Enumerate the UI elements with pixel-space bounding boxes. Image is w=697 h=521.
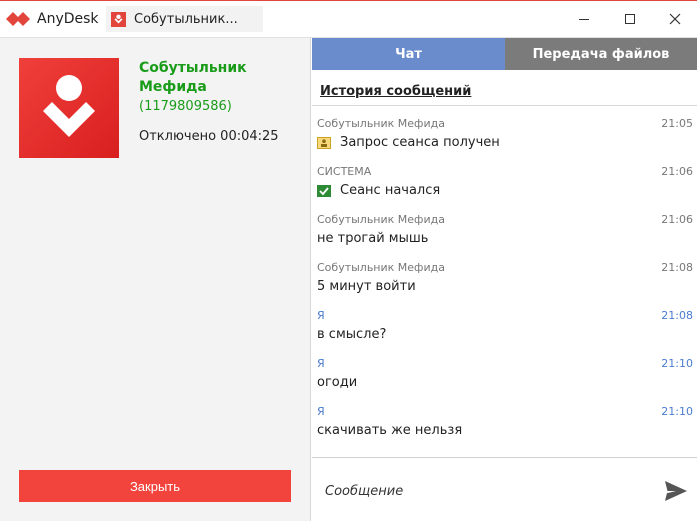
peer-panel: Собутыльник Мефида (1179809586) Отключен… [0, 38, 311, 521]
minimize-button[interactable] [562, 5, 606, 33]
message-sender: СИСТЕМА [317, 165, 372, 178]
session-request-icon [317, 136, 331, 149]
title-bar: AnyDesk Собутыльник... [0, 1, 697, 38]
message-time: 21:06 [661, 213, 693, 226]
tab-chat[interactable]: Чат [312, 38, 505, 70]
session-started-icon [317, 184, 331, 197]
message-text: Сеанс начался [340, 183, 441, 198]
message-text: в смысле? [317, 327, 387, 342]
message-text: не трогай мышь [317, 231, 429, 246]
message-text: огоди [317, 375, 358, 390]
history-divider [312, 105, 697, 106]
chat-message: СИСТЕМА 21:06 Сеанс начался [312, 162, 697, 210]
panel-tabs: Чат Передача файлов [312, 38, 697, 70]
close-window-button[interactable] [653, 5, 697, 33]
chat-panel: Чат Передача файлов История сообщений Со… [312, 38, 697, 521]
avatar [19, 58, 119, 158]
chat-message: Собутыльник Мефида 21:06 не трогай мышь [312, 210, 697, 258]
message-time: 21:10 [661, 405, 693, 418]
message-time: 21:08 [661, 261, 693, 274]
peer-id: (1179809586) [139, 99, 232, 114]
send-icon [665, 481, 687, 501]
peer-name: Собутыльник Мефида [139, 60, 247, 95]
close-session-button[interactable]: Закрыть [19, 470, 291, 502]
message-sender: Я [317, 405, 325, 418]
message-sender: Я [317, 309, 325, 322]
message-body: Запрос сеанса получен [317, 135, 500, 150]
maximize-icon [625, 14, 635, 24]
message-text: 5 минут войти [317, 279, 416, 294]
message-text: скачивать же нельзя [317, 423, 463, 438]
message-input[interactable] [317, 474, 647, 508]
message-body: в смысле? [317, 327, 386, 342]
connection-status: Отключено 00:04:25 [139, 129, 279, 144]
brand: AnyDesk [6, 10, 99, 28]
maximize-button[interactable] [608, 5, 652, 33]
chat-message: Собутыльник Мефида 21:05 Запрос сеанса пол… [312, 114, 697, 162]
message-sender: Собутыльник Мефида [317, 213, 445, 226]
minimize-icon [579, 19, 589, 20]
message-body: огоди [317, 375, 357, 390]
message-time: 21:10 [661, 357, 693, 370]
session-tab[interactable]: Собутыльник... [106, 6, 263, 32]
send-button[interactable] [662, 478, 690, 504]
anydesk-window: AnyDesk Собутыльник... Собутыльник Мефид… [0, 0, 697, 521]
chat-message: Я 21:08 в смысле? [312, 306, 697, 354]
message-text: Запрос сеанса получен [340, 135, 500, 150]
chat-message: Собутыльник Мефида 21:08 5 минут войти [312, 258, 697, 306]
anydesk-logo-icon [6, 12, 30, 26]
message-time: 21:06 [661, 165, 693, 178]
session-tab-label: Собутыльник... [134, 11, 238, 27]
message-sender: Собутыльник Мефида [317, 117, 445, 130]
message-body: 5 минут войти [317, 279, 416, 294]
message-history-title: История сообщений [320, 84, 472, 99]
message-sender: Собутыльник Мефида [317, 261, 445, 274]
tab-file-transfer[interactable]: Передача файлов [505, 38, 697, 70]
message-list: Собутыльник Мефида 21:05 Запрос сеанса пол… [312, 114, 697, 450]
input-divider [312, 457, 697, 458]
message-time: 21:05 [661, 117, 693, 130]
anydesk-avatar-icon [43, 75, 95, 137]
message-body: Сеанс начался [317, 183, 440, 198]
brand-name: AnyDesk [37, 11, 99, 27]
message-body: скачивать же нельзя [317, 423, 462, 438]
chat-message: Я 21:10 скачивать же нельзя [312, 402, 697, 450]
message-time: 21:08 [661, 309, 693, 322]
chat-message: Я 21:10 огоди [312, 354, 697, 402]
message-sender: Я [317, 357, 325, 370]
close-icon [669, 13, 681, 25]
session-tab-icon [111, 11, 126, 27]
message-body: не трогай мышь [317, 231, 428, 246]
